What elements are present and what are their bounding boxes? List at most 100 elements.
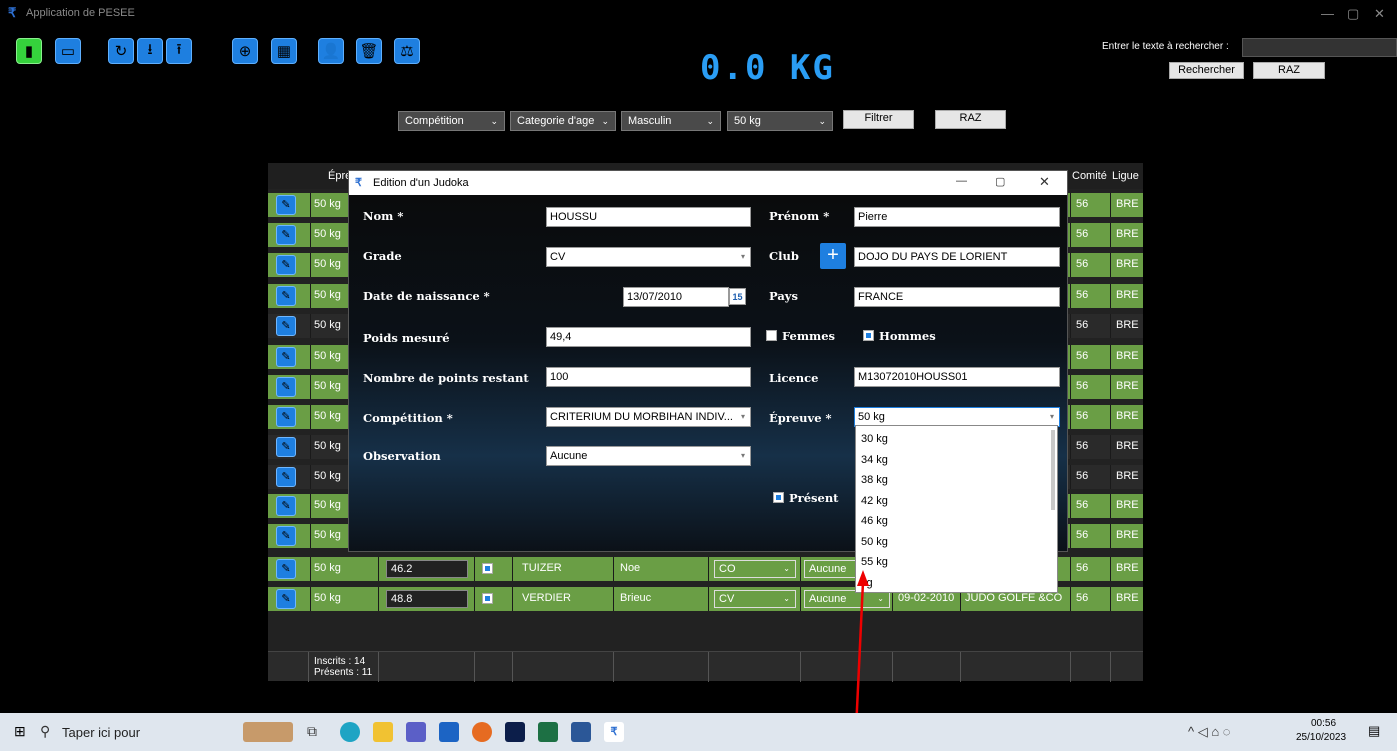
taskview-icon[interactable]: ⧉: [307, 723, 317, 740]
download-icon[interactable]: ⭳: [137, 38, 163, 64]
epreuve-option[interactable]: 50 kg: [861, 536, 888, 548]
minimize-icon[interactable]: —: [1321, 6, 1334, 21]
weight-filter[interactable]: 50 kg ⌄: [727, 111, 833, 131]
epreuve-option[interactable]: 46 kg: [861, 515, 888, 527]
cell-ligue: BRE: [1116, 529, 1139, 541]
edit-pencil-icon[interactable]: ✎: [276, 316, 296, 336]
calendar-icon[interactable]: 15: [729, 288, 746, 305]
dialog-maximize-icon[interactable]: ▢: [995, 175, 1005, 188]
edit-pencil-icon[interactable]: ✎: [276, 496, 296, 516]
stats-icon[interactable]: ▮: [16, 38, 42, 64]
cell-present-checkbox[interactable]: [482, 563, 493, 574]
edit-pencil-icon[interactable]: ✎: [276, 286, 296, 306]
user-icon[interactable]: 👤: [318, 38, 344, 64]
cell-present-checkbox[interactable]: [482, 593, 493, 604]
maximize-icon[interactable]: ▢: [1347, 6, 1359, 22]
trash-icon[interactable]: 🗑: [356, 38, 382, 64]
age-filter[interactable]: Categorie d'age ⌄: [510, 111, 616, 131]
cell-grade-select[interactable]: CV ⌄: [714, 590, 796, 608]
firefox-icon[interactable]: [472, 722, 492, 742]
competition-filter[interactable]: Compétition ⌄: [398, 111, 505, 131]
observation-select[interactable]: Aucune ▾: [546, 446, 751, 466]
present-checkbox[interactable]: [773, 492, 784, 503]
pesee-app-icon[interactable]: ₹: [604, 722, 624, 742]
windows-start-icon[interactable]: ⊞: [14, 723, 26, 740]
epreuve-option[interactable]: 55 kg: [861, 556, 888, 568]
cell-nom: VERDIER: [522, 592, 571, 604]
edit-pencil-icon[interactable]: ✎: [276, 225, 296, 245]
add-icon[interactable]: ⊕: [232, 38, 258, 64]
sex-filter[interactable]: Masculin ⌄: [621, 111, 721, 131]
femmes-checkbox[interactable]: [766, 330, 777, 341]
window-titlebar: ₹ Application de PESEE — ▢ ✕: [0, 0, 1397, 28]
search-input[interactable]: [1242, 38, 1397, 57]
prenom-input[interactable]: Pierre: [854, 207, 1060, 227]
epreuve-option[interactable]: 38 kg: [861, 474, 888, 486]
cell-comite: 56: [1076, 228, 1089, 240]
cell-epreuve: 50 kg: [314, 470, 341, 482]
competition-label: Compétition *: [363, 411, 453, 425]
naissance-label: Date de naissance *: [363, 289, 490, 303]
edit-pencil-icon[interactable]: ✎: [276, 377, 296, 397]
dialog-close-icon[interactable]: ✕: [1039, 174, 1050, 190]
club-label: Club: [769, 249, 799, 263]
tray-icons[interactable]: ^ ◁ ⌂ ◌: [1188, 724, 1231, 740]
taskbar-search[interactable]: Taper ici pour: [62, 725, 140, 740]
cell-epreuve: 50 kg: [314, 410, 341, 422]
cell-grade-select[interactable]: CO ⌄: [714, 560, 796, 578]
photoshop-icon[interactable]: [505, 722, 525, 742]
add-club-button[interactable]: +: [820, 243, 846, 269]
epreuve-option[interactable]: 30 kg: [861, 433, 888, 445]
edit-pencil-icon[interactable]: ✎: [276, 437, 296, 457]
word-icon[interactable]: [571, 722, 591, 742]
edge-icon[interactable]: [340, 722, 360, 742]
excel-icon[interactable]: [538, 722, 558, 742]
search-reset-button[interactable]: RAZ: [1253, 62, 1325, 79]
poids-input[interactable]: 49,4: [546, 327, 751, 347]
cell-ligue: BRE: [1116, 350, 1139, 362]
epreuve-select[interactable]: 50 kg ▾: [854, 407, 1060, 427]
filter-reset-button[interactable]: RAZ: [935, 110, 1006, 129]
edit-pencil-icon[interactable]: ✎: [276, 589, 296, 609]
mail-icon[interactable]: [439, 722, 459, 742]
notification-icon[interactable]: ▤: [1368, 723, 1380, 739]
cell-ligue: BRE: [1116, 289, 1139, 301]
edit-pencil-icon[interactable]: ✎: [276, 195, 296, 215]
laptop-icon[interactable]: ▭: [55, 38, 81, 64]
edit-pencil-icon[interactable]: ✎: [276, 467, 296, 487]
dialog-minimize-icon[interactable]: —: [956, 175, 967, 187]
col-comite[interactable]: Comité: [1072, 170, 1107, 182]
app-icon: ₹: [8, 5, 17, 20]
close-icon[interactable]: ✕: [1374, 6, 1385, 22]
folder-icon[interactable]: [373, 722, 393, 742]
epreuve-option[interactable]: 42 kg: [861, 495, 888, 507]
dropdown-scrollbar[interactable]: [1051, 430, 1055, 510]
club-input[interactable]: DOJO DU PAYS DE LORIENT: [854, 247, 1060, 267]
edit-pencil-icon[interactable]: ✎: [276, 559, 296, 579]
edit-pencil-icon[interactable]: ✎: [276, 347, 296, 367]
refresh-icon[interactable]: ↻: [108, 38, 134, 64]
naissance-input[interactable]: 13/07/2010: [623, 287, 729, 307]
edit-pencil-icon[interactable]: ✎: [276, 407, 296, 427]
epreuve-option[interactable]: 34 kg: [861, 454, 888, 466]
grade-select[interactable]: CV ▾: [546, 247, 751, 267]
nom-input[interactable]: HOUSSU: [546, 207, 751, 227]
hommes-checkbox[interactable]: [863, 330, 874, 341]
qrcode-icon[interactable]: ▦: [271, 38, 297, 64]
filter-button[interactable]: Filtrer: [843, 110, 914, 129]
scale-icon[interactable]: ⚖: [394, 38, 420, 64]
upload-icon[interactable]: ⭱: [166, 38, 192, 64]
cell-comite: 56: [1076, 499, 1089, 511]
cell-poids-input[interactable]: 46.2: [386, 560, 468, 578]
edit-pencil-icon[interactable]: ✎: [276, 255, 296, 275]
cell-poids-input[interactable]: 48.8: [386, 590, 468, 608]
pays-input[interactable]: FRANCE: [854, 287, 1060, 307]
teams-icon[interactable]: [406, 722, 426, 742]
epreuve-dropdown-list[interactable]: 30 kg34 kg38 kg42 kg46 kg50 kg55 kgkg: [855, 425, 1058, 593]
col-ligue[interactable]: Ligue: [1112, 170, 1139, 182]
competition-select[interactable]: CRITERIUM DU MORBIHAN INDIV... ▾: [546, 407, 751, 427]
points-input[interactable]: 100: [546, 367, 751, 387]
licence-input[interactable]: M13072010HOUSS01: [854, 367, 1060, 387]
search-button[interactable]: Rechercher: [1169, 62, 1244, 79]
edit-pencil-icon[interactable]: ✎: [276, 526, 296, 546]
